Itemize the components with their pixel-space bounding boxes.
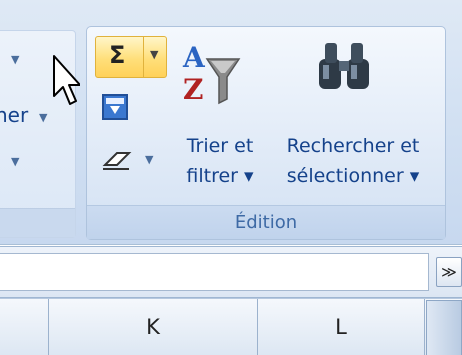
svg-text:Z: Z bbox=[183, 73, 203, 106]
split-divider bbox=[143, 37, 144, 77]
clear-button[interactable]: ▼ bbox=[99, 147, 153, 177]
formula-bar: ≫ bbox=[0, 246, 462, 298]
sort-filter-label-line1: Trier et bbox=[186, 135, 254, 157]
column-header-k[interactable]: K bbox=[49, 299, 258, 355]
ribbon: ▼ ner ▼ ▼ Σ ▼ ▼ A Z Trier et filtrer ▾ R… bbox=[0, 0, 462, 245]
formula-input[interactable] bbox=[0, 253, 429, 291]
find-select-button[interactable] bbox=[315, 37, 375, 101]
find-select-label-line1: Rechercher et bbox=[286, 135, 420, 157]
clear-dropdown-icon[interactable]: ▼ bbox=[145, 153, 153, 166]
expand-formula-bar-button[interactable]: ≫ bbox=[436, 257, 462, 287]
find-select-label[interactable]: Rechercher et sélectionner ▾ bbox=[267, 131, 439, 191]
autosum-dropdown-icon[interactable]: ▼ bbox=[150, 48, 158, 61]
autosum-button[interactable]: Σ ▼ bbox=[95, 36, 167, 78]
sort-filter-label[interactable]: Trier et filtrer ▾ bbox=[175, 131, 265, 191]
eraser-icon bbox=[102, 152, 132, 170]
vertical-scrollbar-thumb[interactable] bbox=[426, 300, 462, 355]
ribbon-group-left-label bbox=[0, 208, 75, 237]
binoculars-icon bbox=[319, 43, 369, 89]
sort-filter-button[interactable]: A Z bbox=[181, 37, 241, 111]
dropdown-arrow-icon[interactable]: ▼ bbox=[11, 53, 19, 66]
fill-down-icon bbox=[102, 94, 128, 120]
group-label-edition: Édition bbox=[87, 205, 445, 239]
sort-az-filter-icon: A Z bbox=[182, 41, 241, 106]
ribbon-left-item-label[interactable]: ner bbox=[0, 103, 28, 127]
fill-button[interactable] bbox=[101, 93, 131, 127]
mouse-cursor-icon bbox=[40, 52, 81, 112]
sigma-icon: Σ bbox=[109, 41, 126, 69]
column-header-prev[interactable] bbox=[0, 299, 49, 355]
ribbon-group-edition: Σ ▼ ▼ A Z Trier et filtrer ▾ Rechercher … bbox=[86, 26, 446, 240]
column-header-l[interactable]: L bbox=[258, 299, 425, 355]
dropdown-arrow-icon[interactable]: ▼ bbox=[11, 155, 19, 168]
sort-filter-label-line2: filtrer ▾ bbox=[186, 165, 254, 187]
column-headers: K L bbox=[0, 298, 462, 355]
dropdown-arrow-icon[interactable]: ▼ bbox=[39, 111, 47, 124]
svg-text:A: A bbox=[182, 41, 206, 74]
find-select-label-line2: sélectionner ▾ bbox=[286, 165, 420, 187]
